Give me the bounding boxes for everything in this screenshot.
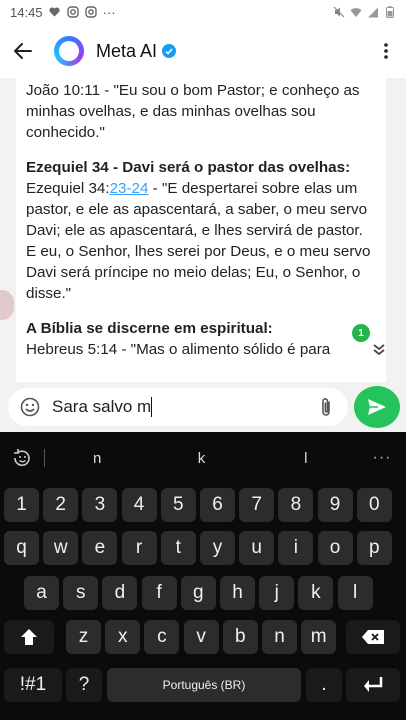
chat-area[interactable]: João 10:11 - "Eu sou o bom Pastor; e con…	[0, 78, 406, 382]
wifi-icon	[350, 6, 362, 18]
message-text-3: Hebreus 5:14 - "Mas o alimento sólido é …	[26, 341, 331, 358]
ai-message-bubble[interactable]: João 10:11 - "Eu sou o bom Pastor; e con…	[16, 78, 386, 382]
question-key[interactable]: ?	[66, 668, 102, 702]
key-1[interactable]: 1	[4, 488, 39, 522]
verse-link[interactable]: 23-24	[110, 180, 149, 197]
key-q[interactable]: q	[4, 531, 39, 565]
key-t[interactable]: t	[160, 531, 196, 565]
key-7[interactable]: 7	[239, 488, 275, 522]
battery-icon	[384, 6, 396, 18]
key-p[interactable]: p	[356, 531, 392, 565]
key-o[interactable]: o	[317, 531, 353, 565]
send-icon	[368, 399, 386, 415]
paperclip-icon	[322, 398, 330, 416]
key-0[interactable]: 0	[356, 488, 392, 522]
suggestion-3[interactable]: l	[254, 450, 358, 467]
unread-count-badge: 1	[352, 324, 370, 342]
key-l[interactable]: l	[337, 576, 373, 610]
backspace-icon	[362, 630, 384, 644]
backspace-key[interactable]	[346, 620, 400, 654]
key-2[interactable]: 2	[43, 488, 79, 522]
app-header: Meta AI	[0, 24, 406, 78]
heart-icon	[49, 6, 61, 18]
text-cursor	[151, 397, 153, 418]
status-bar: 14:45 ···	[0, 0, 406, 24]
key-i[interactable]: i	[278, 531, 314, 565]
key-5[interactable]: 5	[160, 488, 196, 522]
key-k[interactable]: k	[298, 576, 334, 610]
key-8[interactable]: 8	[278, 488, 314, 522]
mute-icon	[333, 6, 345, 18]
message-composer: Sara salvo m	[0, 382, 406, 432]
instagram-icon	[66, 6, 79, 18]
double-chevron-down-icon	[373, 344, 385, 356]
back-button[interactable]	[0, 24, 46, 78]
message-input-text: Sara salvo m	[52, 396, 153, 418]
attach-button[interactable]	[314, 395, 338, 419]
arrow-left-icon	[14, 43, 32, 59]
emoji-button[interactable]	[18, 395, 42, 419]
suggestion-1[interactable]: n	[45, 450, 149, 467]
more-options-button[interactable]	[366, 24, 406, 78]
key-g[interactable]: g	[180, 576, 216, 610]
instagram-icon-2	[84, 6, 97, 18]
soft-keyboard: n k l ··· 1234567890qwertyuiopasdfghjklz…	[0, 432, 406, 720]
message-paragraph-3: A Bíblia se discerne em espiritual: Hebr…	[26, 318, 376, 360]
key-4[interactable]: 4	[121, 488, 157, 522]
message-paragraph-2: Ezequiel 34 - Davi será o pastor das ove…	[26, 157, 376, 304]
key-a[interactable]: a	[24, 576, 59, 610]
status-more: ···	[102, 4, 116, 20]
keyboard-tools-button[interactable]	[0, 432, 44, 484]
key-j[interactable]: j	[259, 576, 295, 610]
key-y[interactable]: y	[200, 531, 235, 565]
key-u[interactable]: u	[239, 531, 275, 565]
suggestion-2[interactable]: k	[149, 450, 253, 467]
status-time: 14:45	[10, 4, 43, 20]
symbols-key[interactable]: !#1	[4, 668, 62, 702]
more-suggestions-button[interactable]: ···	[358, 449, 406, 467]
refresh-smiley-icon	[14, 449, 30, 466]
key-h[interactable]: h	[220, 576, 255, 610]
key-m[interactable]: m	[301, 620, 337, 654]
signal-icon	[367, 6, 379, 18]
key-c[interactable]: c	[144, 620, 180, 654]
key-z[interactable]: z	[66, 620, 101, 654]
shift-key[interactable]	[4, 620, 54, 654]
key-f[interactable]: f	[141, 576, 177, 610]
key-s[interactable]: s	[63, 576, 99, 610]
message-input[interactable]: Sara salvo m	[8, 388, 348, 426]
key-v[interactable]: v	[183, 620, 219, 654]
key-9[interactable]: 9	[317, 488, 353, 522]
key-3[interactable]: 3	[82, 488, 118, 522]
key-x[interactable]: x	[105, 620, 141, 654]
emoji-icon	[20, 397, 40, 417]
key-w[interactable]: w	[43, 531, 79, 565]
key-d[interactable]: d	[102, 576, 138, 610]
message-heading-3: A Bíblia se discerne em espiritual:	[26, 320, 273, 337]
key-b[interactable]: b	[222, 620, 258, 654]
send-button[interactable]	[354, 386, 400, 428]
shift-arrow-icon	[21, 629, 37, 645]
key-6[interactable]: 6	[200, 488, 235, 522]
enter-icon	[364, 677, 383, 692]
verse-text: - "E despertarei sobre elas um pastor, e…	[26, 180, 371, 302]
suggestion-bar: n k l ···	[0, 432, 406, 484]
chat-title-text: Meta AI	[96, 40, 158, 61]
kebab-menu-icon	[384, 43, 388, 59]
edge-indicator	[0, 290, 14, 320]
key-n[interactable]: n	[262, 620, 297, 654]
message-paragraph-1: João 10:11 - "Eu sou o bom Pastor; e con…	[26, 82, 360, 141]
enter-key[interactable]	[346, 668, 400, 702]
period-key[interactable]: .	[306, 668, 342, 702]
meta-ai-avatar[interactable]	[54, 36, 84, 66]
chat-title[interactable]: Meta AI	[96, 40, 177, 62]
message-heading-2: Ezequiel 34 - Davi será o pastor das ove…	[26, 159, 351, 176]
verse-book: Ezequiel 34:	[26, 180, 110, 197]
scroll-to-bottom-button[interactable]	[369, 340, 389, 360]
key-r[interactable]: r	[121, 531, 157, 565]
key-e[interactable]: e	[82, 531, 118, 565]
verified-badge-icon	[162, 44, 177, 58]
space-key[interactable]: Português (BR)	[107, 668, 301, 702]
